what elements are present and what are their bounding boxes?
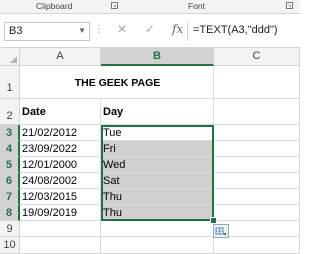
quick-analysis-icon: [215, 227, 226, 236]
row-header-5[interactable]: 5: [0, 157, 20, 173]
name-box-value: B3: [9, 25, 23, 37]
date-cell[interactable]: 12/01/2000: [20, 157, 101, 173]
clipboard-launcher-icon[interactable]: ↘: [111, 2, 118, 9]
formula-bar-resize-icon[interactable]: ⋮: [94, 24, 104, 35]
cancel-icon[interactable]: ✕: [117, 22, 127, 36]
select-all-icon: [10, 56, 17, 63]
formula-text: =TEXT(A3,"ddd"): [193, 24, 278, 36]
cell-b10[interactable]: [101, 237, 214, 254]
date-cell[interactable]: 21/02/2012: [20, 125, 101, 141]
chevron-down-icon[interactable]: ▼: [78, 26, 86, 35]
day-cell[interactable]: Wed: [101, 157, 214, 173]
font-group-label: Font: [188, 1, 206, 11]
cell-b9[interactable]: [101, 221, 214, 237]
row-header-10[interactable]: 10: [0, 237, 20, 254]
ribbon-group-labels: Clipboard ↘ Font ↘: [0, 0, 300, 14]
cell-c2[interactable]: [214, 99, 300, 125]
name-box[interactable]: B3 ▼: [4, 22, 90, 41]
date-cell[interactable]: 12/03/2015: [20, 189, 101, 205]
day-cell[interactable]: Sat: [101, 173, 214, 189]
cell-c1[interactable]: [214, 66, 300, 99]
row-header-8[interactable]: 8: [0, 205, 20, 221]
enter-icon[interactable]: ✓: [145, 22, 155, 36]
cell-c4[interactable]: [214, 141, 300, 157]
row-header-1[interactable]: 1: [0, 66, 20, 99]
fill-handle[interactable]: [210, 217, 217, 224]
header-day[interactable]: Day: [101, 99, 214, 125]
cell-c7[interactable]: [214, 189, 300, 205]
row-header-4[interactable]: 4: [0, 141, 20, 157]
day-cell[interactable]: Fri: [101, 141, 214, 157]
font-launcher-icon[interactable]: ↘: [286, 2, 293, 9]
cell-a9[interactable]: [20, 221, 101, 237]
day-cell[interactable]: Tue: [101, 125, 214, 141]
cell-c3[interactable]: [214, 125, 300, 141]
row-header-6[interactable]: 6: [0, 173, 20, 189]
cell-c10[interactable]: [214, 237, 300, 254]
column-header-b[interactable]: B: [101, 48, 214, 66]
quick-analysis-button[interactable]: [213, 224, 229, 238]
cell-c5[interactable]: [214, 157, 300, 173]
date-cell[interactable]: 24/08/2002: [20, 173, 101, 189]
row-header-3[interactable]: 3: [0, 125, 20, 141]
header-date[interactable]: Date: [20, 99, 101, 125]
day-cell[interactable]: Thu: [101, 189, 214, 205]
row-header-2[interactable]: 2: [0, 99, 20, 125]
insert-function-icon[interactable]: fx: [172, 22, 183, 36]
formula-bar: B3 ▼ ⋮ ✕ ✓ fx =TEXT(A3,"ddd"): [0, 14, 300, 48]
clipboard-group-label: Clipboard: [36, 1, 73, 11]
title-cell[interactable]: THE GEEK PAGE: [20, 66, 214, 99]
date-cell[interactable]: 19/09/2019: [20, 205, 101, 221]
cell-c8[interactable]: [214, 205, 300, 221]
date-cell[interactable]: 23/09/2022: [20, 141, 101, 157]
select-all-corner[interactable]: [0, 48, 20, 66]
cell-c6[interactable]: [214, 173, 300, 189]
row-header-9[interactable]: 9: [0, 221, 20, 237]
column-header-a[interactable]: A: [20, 48, 101, 66]
formula-input[interactable]: =TEXT(A3,"ddd"): [187, 22, 300, 41]
column-header-c[interactable]: C: [214, 48, 300, 66]
cell-a10[interactable]: [20, 237, 101, 254]
row-header-7[interactable]: 7: [0, 189, 20, 205]
day-cell[interactable]: Thu: [101, 205, 214, 221]
